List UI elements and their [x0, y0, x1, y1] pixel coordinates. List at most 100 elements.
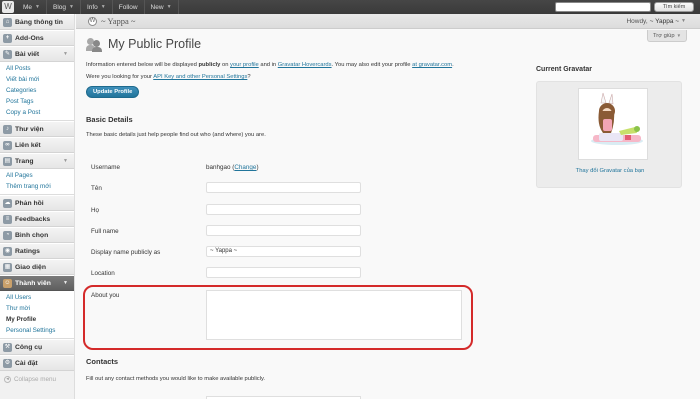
howdy-user-link[interactable]: ~ Yappa ~ [650, 18, 679, 25]
collapse-arrow-icon[interactable]: ▼ [63, 280, 68, 286]
gravatar-hovercards-link[interactable]: Gravatar Hovercards [278, 62, 332, 68]
contacts-description: Fill out any contact methods you would l… [86, 376, 266, 382]
comments-icon: ☁ [3, 198, 12, 208]
menu-posts[interactable]: ✎ Bài viết ▼ [0, 46, 74, 62]
menu-settings[interactable]: ⚙ Cài đặt [0, 355, 74, 371]
highlight-annotation [83, 285, 473, 350]
change-username-link[interactable]: Change [234, 164, 256, 171]
menu-comments[interactable]: ☁ Phản hồi [0, 195, 74, 211]
dashboard-icon: ⌂ [3, 17, 12, 27]
topbar-me-label: Me [23, 3, 33, 11]
api-key-help: Were you looking for your API Key and ot… [86, 74, 526, 80]
api-key-link[interactable]: API Key and other Personal Settings [153, 74, 247, 80]
help-text-part: ? [247, 74, 251, 80]
caret-down-icon[interactable]: ▼ [681, 18, 686, 24]
submenu-item-current[interactable]: My Profile [0, 314, 74, 325]
menu-label: Trang [15, 157, 34, 165]
submenu-item[interactable]: Viết bài mới [0, 74, 74, 85]
display-name-value: ~ Yappa ~ [210, 248, 238, 254]
gravatar-com-link[interactable]: at gravatar.com [412, 62, 452, 68]
caret-down-icon: ▼ [676, 33, 682, 38]
username-label: Username [91, 164, 121, 171]
menu-appearance[interactable]: ▦ Giao diện [0, 259, 74, 275]
menu-label: Add-Ons [15, 34, 44, 42]
submenu-item[interactable]: Personal Settings [0, 325, 74, 336]
contacts-section: Contacts Fill out any contact methods yo… [86, 357, 265, 382]
menu-users[interactable]: ☺ Thành viên ▼ [0, 275, 74, 291]
search-input[interactable] [555, 2, 651, 12]
collapse-arrow-icon[interactable]: ▼ [63, 158, 68, 164]
submenu-item[interactable]: Thêm trang mới [0, 181, 74, 192]
intro-text-part: . [452, 62, 454, 68]
gravatar-box: Thay đổi Gravatar của bạn [536, 81, 682, 188]
topbar-menu-info[interactable]: Info ▼ [81, 0, 113, 14]
collapse-label: Collapse menu [14, 375, 57, 383]
menu-media[interactable]: ♪ Thư viện [0, 121, 74, 137]
help-tab[interactable]: Trợ giúp ▼ [647, 30, 687, 42]
submenu-item[interactable]: All Posts [0, 63, 74, 74]
last-name-field[interactable] [206, 204, 361, 215]
menu-label: Bình chọn [15, 231, 49, 239]
your-profile-link[interactable]: your profile [230, 62, 259, 68]
gravatar-avatar[interactable] [578, 88, 648, 160]
intro-bold: publicly [198, 62, 221, 68]
media-icon: ♪ [3, 124, 12, 134]
update-profile-button[interactable]: Update Profile [86, 86, 140, 98]
change-gravatar-link[interactable]: Thay đổi Gravatar của bạn [537, 168, 683, 174]
caret-down-icon: ▼ [69, 4, 74, 10]
menu-label: Bảng thông tin [15, 18, 63, 26]
menu-ratings[interactable]: ◉ Ratings [0, 243, 74, 259]
menu-addons[interactable]: + Add-Ons [0, 30, 74, 46]
settings-icon: ⚙ [3, 358, 12, 368]
posts-icon: ✎ [3, 49, 12, 59]
topbar-follow[interactable]: Follow [113, 0, 145, 14]
collapse-arrow-icon[interactable]: ▼ [63, 51, 68, 57]
howdy-prefix: Howdy, [626, 17, 648, 25]
display-name-select[interactable]: ~ Yappa ~ [206, 246, 361, 257]
topbar-blog-label: Blog [52, 3, 66, 11]
submenu-item[interactable]: Thư mời [0, 303, 74, 314]
topbar-menu-blog[interactable]: Blog ▼ [47, 0, 81, 14]
gravatar-panel: Current Gravatar Thay đổi Gravatar của b… [536, 66, 682, 188]
submenu-item[interactable]: Categories [0, 85, 74, 96]
username-value: banhgao [206, 164, 231, 171]
topbar-search: Tìm kiếm [555, 2, 694, 12]
menu-label: Cài đặt [15, 359, 38, 367]
menu-label: Giao diện [15, 263, 46, 271]
collapse-menu-button[interactable]: ◂ Collapse menu [0, 371, 74, 387]
location-field[interactable] [206, 267, 361, 278]
menu-dashboard[interactable]: ⌂ Bảng thông tin [0, 14, 74, 30]
topbar-menu-new[interactable]: New ▼ [145, 0, 179, 14]
menu-feedbacks[interactable]: ≡ Feedbacks [0, 211, 74, 227]
menu-label: Phản hồi [15, 199, 44, 207]
menu-label: Ratings [15, 247, 40, 255]
submenu-item[interactable]: Post Tags [0, 96, 74, 107]
topbar-menu-me[interactable]: Me ▼ [17, 0, 47, 14]
submenu-item[interactable]: All Users [0, 292, 74, 303]
caret-down-icon: ▼ [35, 4, 40, 10]
wordpress-logo-icon[interactable]: W [2, 1, 14, 13]
menu-tools[interactable]: ⚒ Công cụ [0, 339, 74, 355]
site-name[interactable]: ~ Yappa ~ [101, 16, 135, 26]
display-name-label: Display name publicly as [91, 249, 161, 256]
first-name-field[interactable] [206, 182, 361, 193]
tools-icon: ⚒ [3, 342, 12, 352]
search-button[interactable]: Tìm kiếm [654, 2, 694, 12]
submenu-item[interactable]: All Pages [0, 170, 74, 181]
menu-label: Công cụ [15, 343, 43, 351]
intro-text: Information entered below will be displa… [86, 61, 526, 69]
menu-label: Bài viết [15, 50, 40, 58]
menu-pages[interactable]: ▤ Trang ▼ [0, 153, 74, 169]
users-icon: ☺ [3, 278, 12, 288]
submenu-item[interactable]: Copy a Post [0, 107, 74, 118]
howdy-greeting: Howdy, ~ Yappa ~ ▼ [626, 18, 686, 25]
intro-text-part: Information entered below will be displa… [86, 62, 199, 68]
username-value-wrap: banhgao (Change) [206, 164, 259, 171]
users-icon [86, 36, 102, 52]
ratings-icon: ◉ [3, 246, 12, 256]
topbar-new-label: New [150, 3, 164, 11]
menu-polls[interactable]: ◔ Bình chọn [0, 227, 74, 243]
menu-links[interactable]: ∞ Liên kết [0, 137, 74, 153]
full-name-field[interactable] [206, 225, 361, 236]
intro-text-part: and in [258, 62, 278, 68]
